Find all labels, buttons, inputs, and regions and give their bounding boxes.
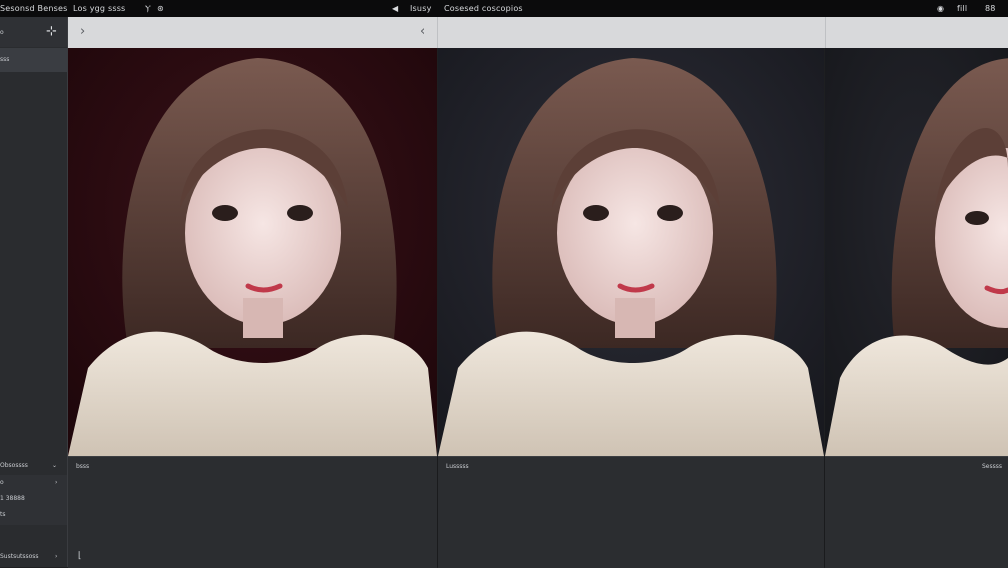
portrait-image [438, 48, 824, 456]
sidebar-section-label: Obsossss [0, 462, 28, 469]
toolbar-divider [825, 17, 826, 48]
panel-footer-2: Lusssss [438, 456, 824, 568]
expand-icon[interactable]: ⌊ [78, 551, 82, 561]
menu-item-2[interactable]: Los ygg ssss [73, 0, 125, 17]
menu-item-1[interactable]: Sesonsd Benses [0, 0, 67, 17]
panel-footer-1: bsss ⌊ [68, 456, 437, 568]
menu-item-center-1[interactable]: Isusy [410, 0, 432, 17]
chevron-down-icon[interactable]: ⌄ [52, 462, 57, 469]
image-panel-1[interactable] [68, 48, 437, 456]
sidebar-item-label: sss [0, 56, 10, 63]
property-row[interactable]: 1 38888 [0, 495, 25, 502]
status-item-1[interactable]: fill [957, 0, 967, 17]
image-panel-3[interactable] [825, 48, 1008, 456]
panel-label: Lusssss [446, 463, 469, 470]
image-panel-2[interactable] [438, 48, 824, 456]
chevron-right-icon[interactable]: › [55, 479, 57, 486]
chevron-right-icon[interactable]: › [55, 553, 57, 560]
toolbar-divider [437, 17, 438, 48]
menu-item-center-2[interactable]: Cosesed coscopios [444, 0, 523, 17]
property-row[interactable]: o [0, 479, 4, 486]
panel-label: bsss [76, 463, 90, 470]
panel-footer-3: Sessss [825, 456, 1008, 568]
top-menu-bar: Sesonsd Benses Los ygg ssss Ⲩ ⊛ ◀ Isusy … [0, 0, 1008, 17]
speaker-icon[interactable]: ◀ [392, 0, 398, 17]
toolbar: › ‹ [68, 17, 1008, 48]
status-item-2[interactable]: 88 [985, 0, 996, 17]
cursor-icon[interactable]: Ⲩ [145, 0, 151, 17]
portrait-image [68, 48, 437, 456]
chevron-right-icon[interactable]: › [80, 24, 85, 39]
sidebar-item-selected[interactable]: sss [0, 48, 67, 72]
chevron-left-icon[interactable]: ‹ [420, 24, 425, 39]
portrait-image [825, 48, 1008, 456]
settings-icon[interactable]: ◉ [937, 0, 944, 17]
globe-icon[interactable]: ⊛ [157, 0, 164, 17]
sidebar-header: o ⊹ [0, 17, 67, 47]
pin-icon[interactable]: ⊹ [46, 24, 57, 39]
panel-label: Sessss [982, 463, 1003, 470]
sidebar-header-label: o [0, 29, 4, 36]
sidebar-section-label: Sustsutssoss [0, 553, 39, 560]
sidebar: o ⊹ sss Obsossss ⌄ o › 1 38888 ts Sustsu… [0, 17, 68, 567]
property-row[interactable]: ts [0, 511, 5, 518]
